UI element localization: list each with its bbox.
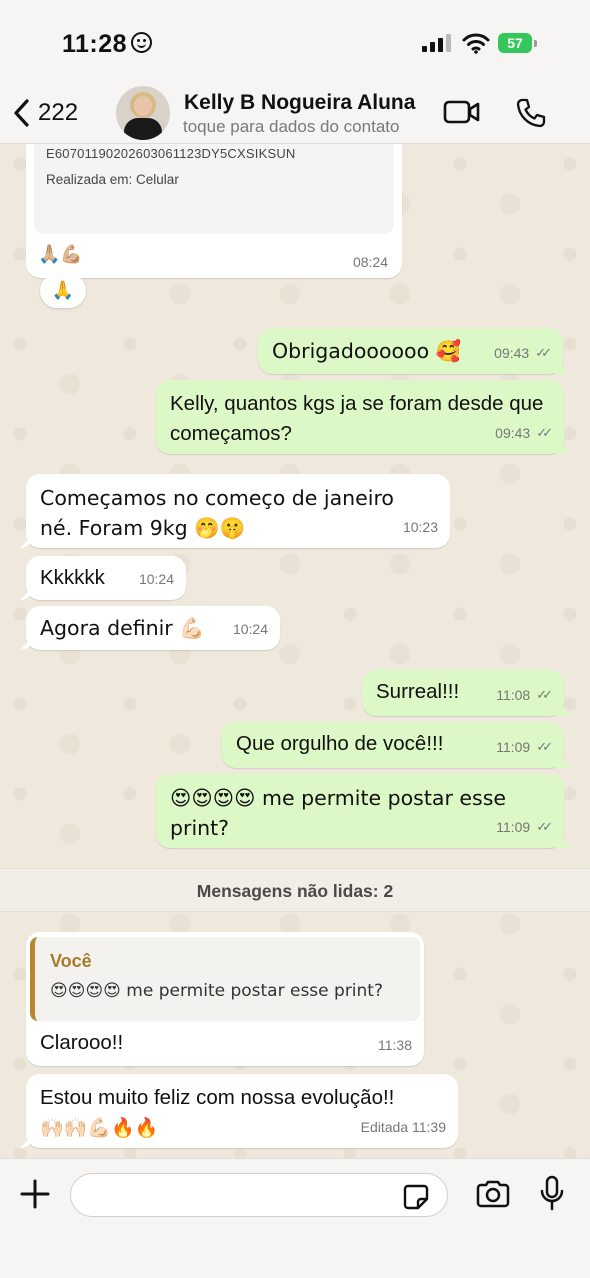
- message-bubble-out[interactable]: Obrigadoooooo 🥰 09:43 ✓✓: [258, 328, 563, 374]
- unread-divider: Mensagens não lidas: 2: [0, 868, 590, 912]
- quote-text: 😍😍😍😍 me permite postar esse print?: [50, 981, 383, 1001]
- contact-subtitle[interactable]: toque para dados do contato: [183, 117, 399, 137]
- read-checks-icon: ✓✓: [535, 345, 552, 360]
- microphone-icon[interactable]: [539, 1175, 565, 1213]
- message-text: Kelly, quantos kgs ja se foram desde que…: [170, 392, 544, 445]
- battery-icon: 57: [498, 33, 537, 53]
- message-text: Surreal!!!: [376, 680, 460, 703]
- read-checks-icon: ✓✓: [536, 819, 553, 834]
- message-bubble-in[interactable]: Estou muito feliz com nossa evolução!! 🙌…: [26, 1074, 458, 1148]
- contact-name[interactable]: Kelly B Nogueira Aluna: [184, 91, 415, 115]
- message-time: 09:43: [494, 345, 530, 361]
- message-bubble-in[interactable]: Kkkkkk 10:24: [26, 556, 186, 600]
- message-reaction[interactable]: 🙏: [40, 274, 86, 308]
- message-text: Kkkkkk: [40, 566, 105, 589]
- message-composer: [0, 1158, 590, 1278]
- message-meta: 09:43 ✓✓: [494, 338, 552, 368]
- receipt-emoji: 🙏🏼💪🏼: [38, 244, 83, 265]
- message-text: Estou muito feliz com nossa evolução!!: [40, 1086, 395, 1109]
- message-meta: 11:09 ✓✓: [496, 812, 553, 842]
- quoted-message[interactable]: Você 😍😍😍😍 me permite postar esse print?: [30, 937, 420, 1021]
- message-bubble-out[interactable]: Kelly, quantos kgs ja se foram desde que…: [156, 380, 564, 454]
- read-checks-icon: ✓✓: [536, 739, 553, 754]
- focus-face-icon: [131, 32, 152, 53]
- message-bubble-out[interactable]: Que orgulho de você!!! 11:09 ✓✓: [222, 722, 564, 768]
- message-time: 09:43: [495, 425, 531, 441]
- message-time: Editada 11:39: [360, 1119, 446, 1135]
- message-bubble-out[interactable]: 😍😍😍😍 me permite postar esse print? 11:09…: [156, 774, 564, 848]
- message-bubble-out[interactable]: Surreal!!! 11:08 ✓✓: [362, 670, 564, 716]
- message-text: Obrigadoooooo 🥰: [272, 339, 462, 363]
- status-bar: 11:28 57: [0, 0, 590, 86]
- battery-level: 57: [507, 35, 523, 51]
- receipt-code: E60701190202603061123DY5CXSIKSUN: [46, 146, 296, 161]
- message-bubble-in[interactable]: Agora definir 💪🏻 10:24: [26, 606, 280, 650]
- sticker-icon[interactable]: [402, 1183, 430, 1211]
- message-text: Começamos no começo de janeiro né. Foram…: [40, 486, 394, 540]
- message-text: Que orgulho de você!!!: [236, 732, 444, 755]
- receipt-card: E60701190202603061123DY5CXSIKSUN Realiza…: [34, 144, 394, 234]
- message-input[interactable]: [70, 1173, 448, 1217]
- quote-author: Você: [50, 951, 92, 971]
- wifi-icon: [462, 33, 490, 54]
- avatar[interactable]: [116, 86, 170, 140]
- message-time: 10:24: [232, 621, 268, 637]
- video-call-icon[interactable]: [443, 98, 481, 126]
- message-time: 08:24: [352, 254, 388, 270]
- chevron-left-icon: [14, 99, 29, 127]
- read-checks-icon: ✓✓: [536, 425, 553, 440]
- cellular-signal-icon: [422, 34, 451, 52]
- message-text: Agora definir 💪🏻: [40, 616, 205, 640]
- message-time: 10:24: [138, 571, 174, 587]
- receipt-message[interactable]: E60701190202603061123DY5CXSIKSUN Realiza…: [26, 144, 402, 278]
- phone-call-icon[interactable]: [515, 97, 547, 129]
- message-text: Clarooo!!: [40, 1031, 124, 1054]
- message-meta: 11:09 ✓✓: [496, 732, 553, 762]
- message-time: 10:23: [402, 519, 438, 535]
- camera-icon[interactable]: [475, 1179, 511, 1209]
- plus-icon[interactable]: [18, 1177, 52, 1211]
- message-time: 11:08: [496, 687, 531, 703]
- back-button[interactable]: 222: [12, 98, 78, 128]
- message-meta: 09:43 ✓✓: [495, 418, 553, 448]
- unread-chats-count: 222: [38, 99, 79, 126]
- message-bubble-in[interactable]: Começamos no começo de janeiro né. Foram…: [26, 474, 450, 548]
- message-time: 11:09: [496, 739, 531, 755]
- message-time: 11:09: [496, 819, 531, 835]
- chat-header: 222 Kelly B Nogueira Aluna toque para da…: [0, 86, 590, 144]
- status-time: 11:28: [62, 30, 128, 58]
- receipt-device: Realizada em: Celular: [46, 172, 179, 187]
- message-time: 11:38: [378, 1037, 412, 1053]
- read-checks-icon: ✓✓: [536, 687, 553, 702]
- message-meta: 11:08 ✓✓: [496, 680, 553, 710]
